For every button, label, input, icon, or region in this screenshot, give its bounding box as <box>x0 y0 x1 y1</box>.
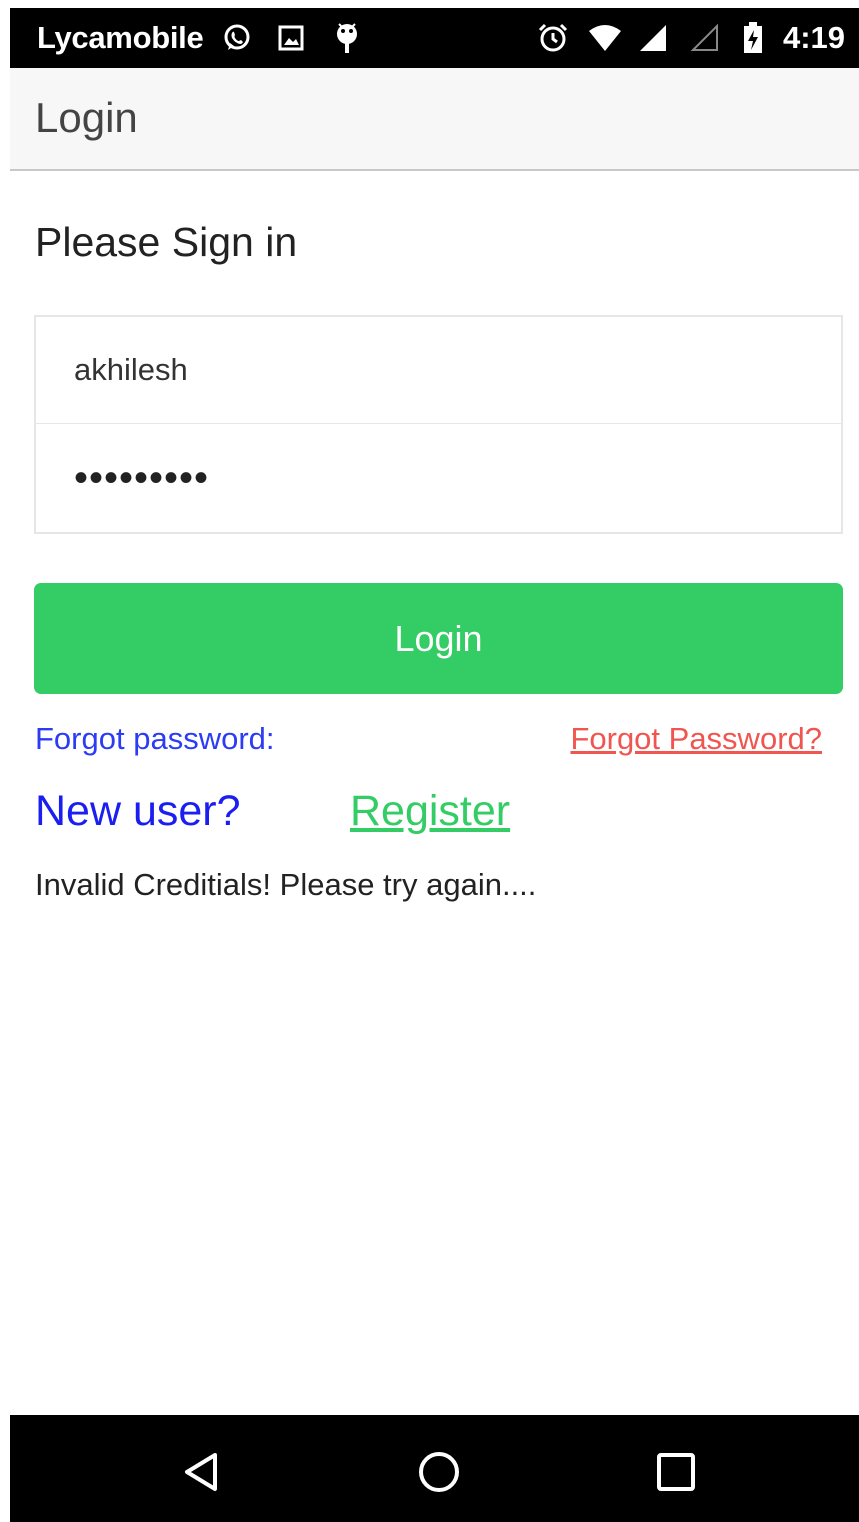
login-button[interactable]: Login <box>34 583 843 694</box>
alarm-icon <box>536 21 570 55</box>
status-bar: Lycamobile 4:19 <box>10 8 859 68</box>
recents-icon[interactable] <box>652 1448 700 1496</box>
signal-empty-icon <box>688 21 722 55</box>
app-header: Login <box>10 68 859 171</box>
navigation-bar <box>10 1415 859 1522</box>
carrier-name: Lycamobile <box>37 20 204 55</box>
register-link[interactable]: Register <box>350 786 510 836</box>
signal-icon <box>636 21 670 55</box>
password-field-container <box>34 424 843 534</box>
home-icon[interactable] <box>415 1448 463 1496</box>
new-user-label: New user? <box>35 787 241 835</box>
wifi-icon <box>588 21 622 55</box>
forgot-password-label: Forgot password: <box>35 721 275 756</box>
back-icon[interactable] <box>178 1448 226 1496</box>
battery-charging-icon <box>736 21 770 55</box>
image-icon <box>274 21 308 55</box>
clock-time: 4:19 <box>782 20 845 55</box>
forgot-password-link[interactable]: Forgot Password? <box>570 720 822 758</box>
error-message: Invalid Creditials! Please try again.... <box>35 867 537 902</box>
username-field-container <box>34 315 843 425</box>
android-debug-icon <box>330 21 364 55</box>
page-title: Login <box>35 94 138 141</box>
app-screen: Lycamobile 4:19 Login Please Sign in akh… <box>10 0 859 1522</box>
password-input[interactable] <box>74 424 804 532</box>
sign-in-heading: Please Sign in <box>35 219 298 265</box>
username-input[interactable] <box>74 317 804 423</box>
whatsapp-icon <box>220 21 254 55</box>
